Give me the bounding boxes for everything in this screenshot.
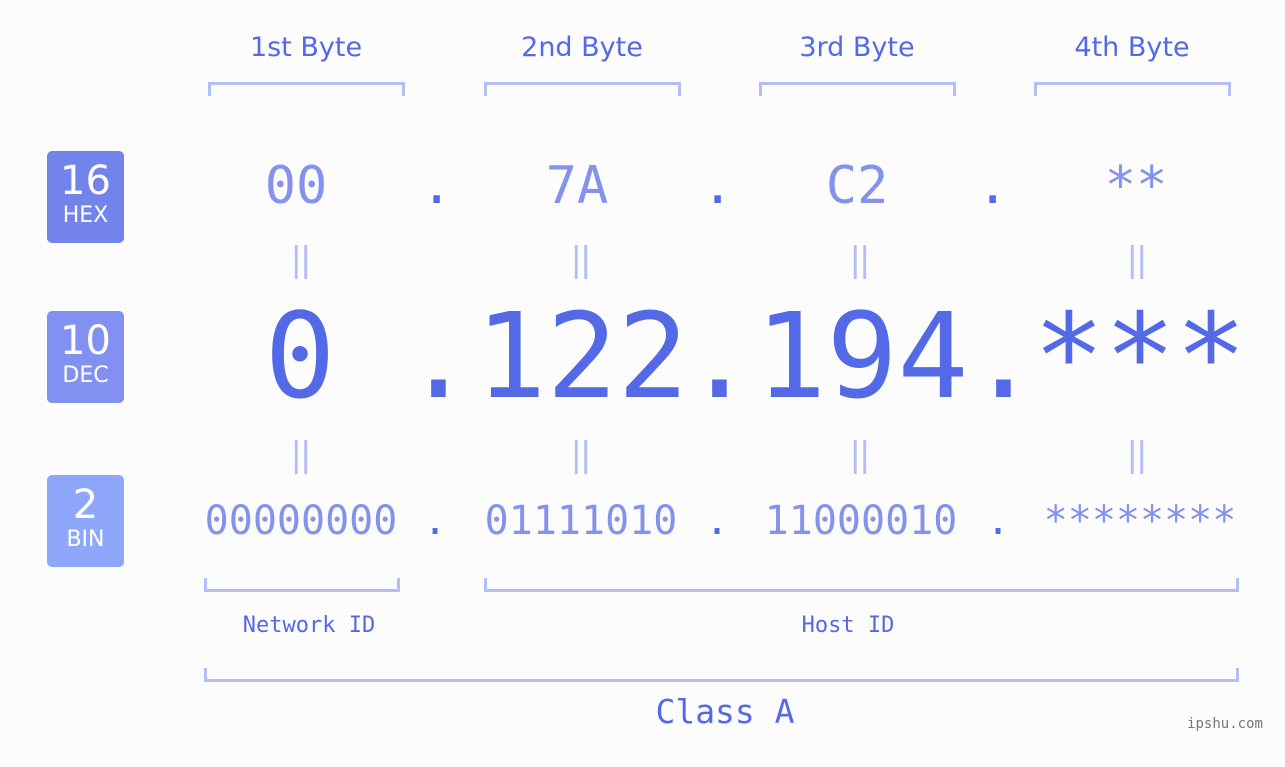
equals-icon: || bbox=[1126, 240, 1148, 280]
bin-separator-1: . bbox=[422, 498, 448, 544]
hex-base-name: HEX bbox=[62, 203, 109, 228]
bin-separator-2: . bbox=[704, 498, 730, 544]
equals-icon: || bbox=[570, 240, 592, 280]
dec-base-name: DEC bbox=[62, 363, 109, 388]
hex-base-number: 16 bbox=[60, 158, 111, 204]
byte-header-2: 2nd Byte bbox=[521, 32, 643, 63]
dec-byte-4: *** bbox=[1033, 287, 1247, 425]
bin-base-badge: 2 BIN bbox=[47, 475, 124, 567]
bin-byte-2: 01111010 bbox=[484, 498, 678, 544]
host-id-bracket bbox=[484, 578, 1239, 592]
equals-icon: || bbox=[1126, 435, 1148, 475]
host-id-label: Host ID bbox=[801, 613, 895, 638]
bin-byte-4: ******** bbox=[1043, 498, 1237, 544]
dec-base-number: 10 bbox=[60, 318, 111, 364]
dec-base-badge: 10 DEC bbox=[47, 311, 124, 403]
class-bracket bbox=[204, 668, 1239, 682]
dec-byte-1: 0 bbox=[264, 287, 336, 425]
byte-bracket-1 bbox=[208, 82, 405, 96]
network-id-bracket bbox=[204, 578, 400, 592]
dec-byte-2: 122 bbox=[475, 287, 689, 425]
byte-bracket-2 bbox=[484, 82, 681, 96]
byte-bracket-3 bbox=[759, 82, 956, 96]
hex-byte-2: 7A bbox=[545, 156, 609, 216]
byte-header-4: 4th Byte bbox=[1074, 32, 1190, 63]
dec-byte-3: 194 bbox=[755, 287, 969, 425]
hex-separator-3: . bbox=[977, 156, 1009, 216]
equals-icon: || bbox=[290, 435, 312, 475]
class-label: Class A bbox=[655, 692, 795, 731]
bin-separator-3: . bbox=[985, 498, 1011, 544]
watermark: ipshu.com bbox=[1187, 716, 1263, 732]
bin-base-name: BIN bbox=[66, 527, 105, 552]
equals-icon: || bbox=[849, 240, 871, 280]
byte-header-1: 1st Byte bbox=[249, 32, 363, 63]
network-id-label: Network ID bbox=[242, 613, 376, 638]
byte-bracket-4 bbox=[1034, 82, 1231, 96]
hex-separator-2: . bbox=[702, 156, 734, 216]
hex-byte-4: ** bbox=[1104, 156, 1168, 216]
bin-base-number: 2 bbox=[72, 482, 99, 528]
hex-byte-3: C2 bbox=[825, 156, 889, 216]
hex-byte-1: 00 bbox=[264, 156, 328, 216]
bin-byte-3: 11000010 bbox=[764, 498, 958, 544]
bin-byte-1: 00000000 bbox=[204, 498, 398, 544]
byte-header-3: 3rd Byte bbox=[799, 32, 915, 63]
equals-icon: || bbox=[570, 435, 592, 475]
equals-icon: || bbox=[849, 435, 871, 475]
equals-icon: || bbox=[290, 240, 312, 280]
hex-separator-1: . bbox=[421, 156, 453, 216]
hex-base-badge: 16 HEX bbox=[47, 151, 124, 243]
